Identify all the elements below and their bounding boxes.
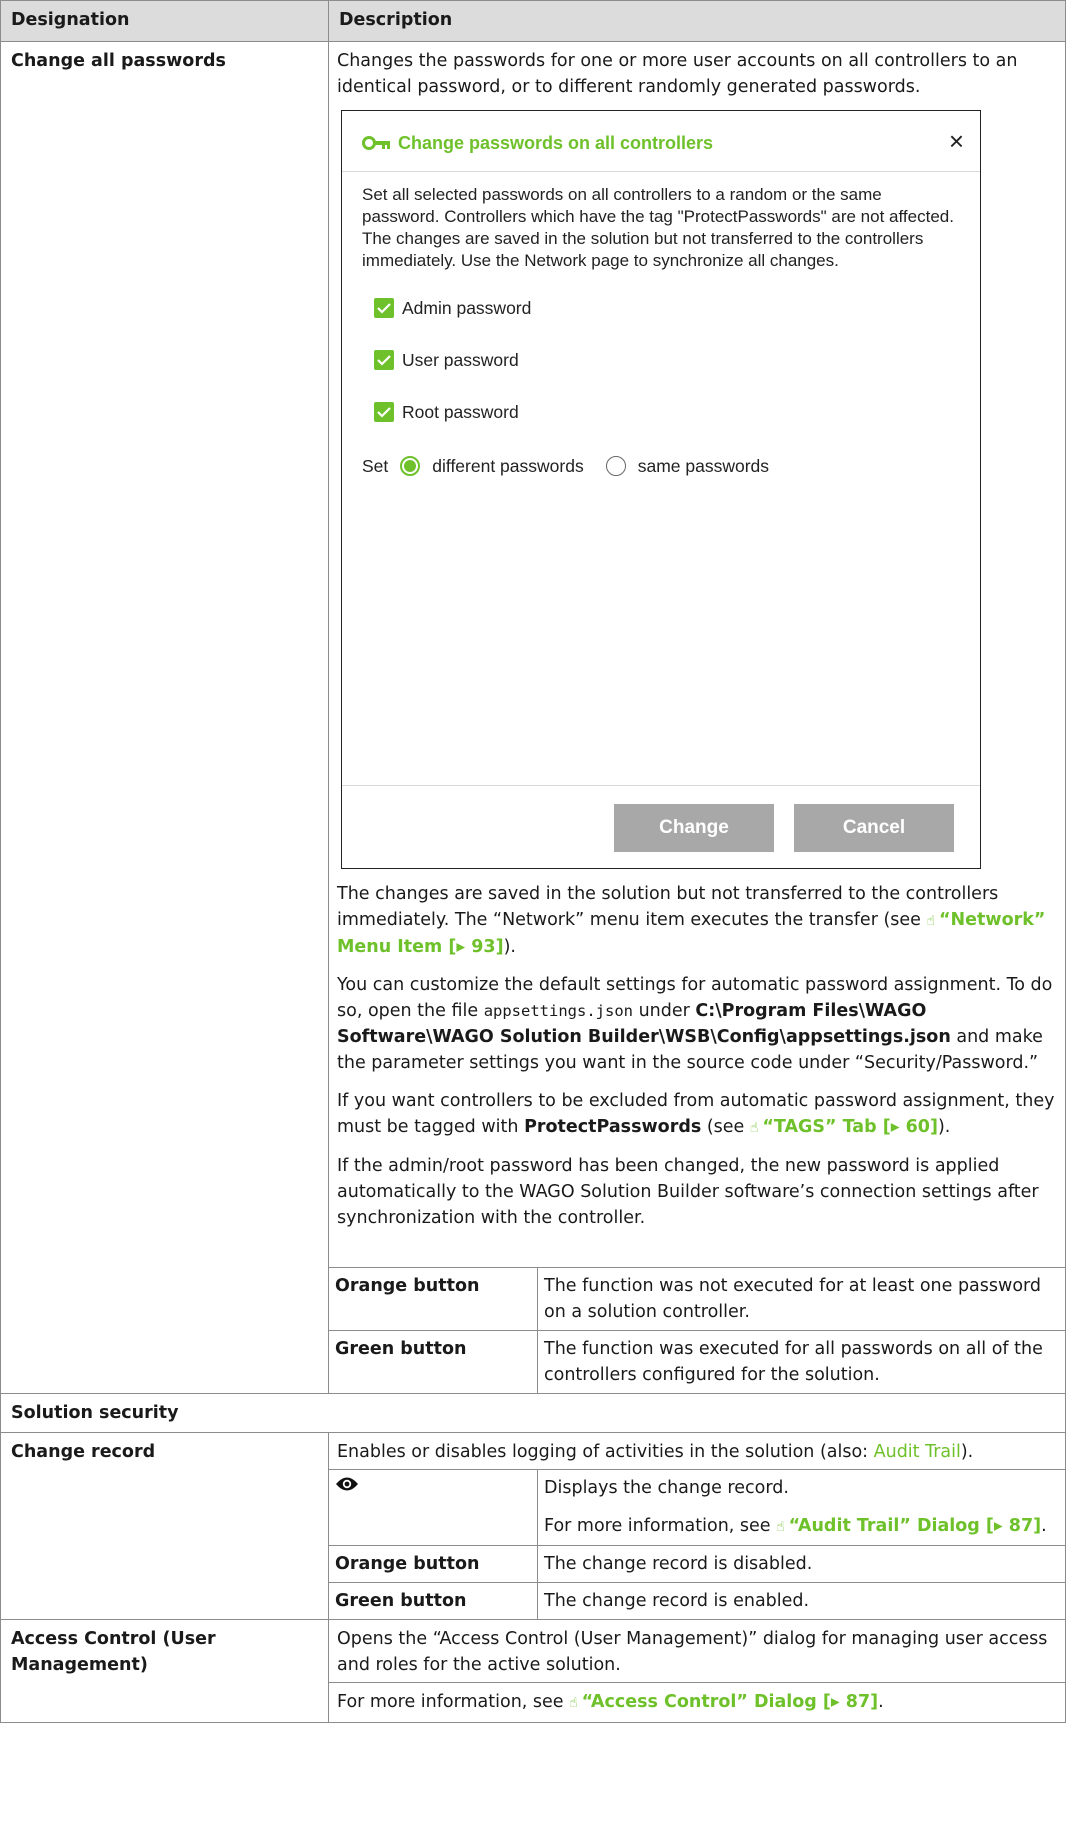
table-row: Green button The change record is enable… — [329, 1582, 1065, 1619]
paragraph-admin-root: If the admin/root password has been chan… — [337, 1156, 1039, 1228]
change-passwords-dialog: Change passwords on all controllers × Se… — [341, 110, 981, 869]
table-row: Change all passwords Changes the passwor… — [0, 41, 1066, 1394]
section-row: Solution security — [0, 1393, 1066, 1433]
user-password-label: User password — [402, 350, 519, 370]
table-row: Orange button The change record is disab… — [329, 1545, 1065, 1583]
section-solution-security: Solution security — [0, 1393, 1066, 1433]
paragraph-network-text: The changes are saved in the solution bu… — [337, 884, 999, 930]
key-icon — [362, 134, 392, 154]
cancel-button[interactable]: Cancel — [794, 804, 954, 852]
user-password-checkbox[interactable]: User password — [362, 334, 960, 386]
table-row: Displays the change record. For more inf… — [329, 1469, 1065, 1546]
tags-tab-link[interactable]: “TAGS” Tab [▸ 60] — [762, 1117, 938, 1137]
table-header-row: Designation Description — [0, 0, 1066, 42]
eye-description: Displays the change record. For more inf… — [537, 1469, 1065, 1546]
protect-text-b: (see — [701, 1117, 750, 1137]
change-button[interactable]: Change — [614, 804, 774, 852]
dialog-text-2: The changes are saved in the solution bu… — [362, 229, 924, 270]
dialog-footer: Change Cancel — [342, 785, 980, 868]
appsettings-filename: appsettings.json — [483, 1002, 633, 1020]
intro-text: Changes the passwords for one or more us… — [337, 51, 1018, 97]
dialog-text-1: Set all selected passwords on all contro… — [362, 185, 954, 226]
radio-different-label: different passwords — [432, 456, 584, 476]
change-record-intro: Enables or disables logging of activitie… — [337, 1442, 874, 1462]
eye-more-text: For more information, see — [544, 1516, 777, 1536]
close-icon[interactable]: × — [949, 127, 964, 155]
designation-change-all-passwords: Change all passwords — [0, 41, 329, 1394]
orange-button-text: The change record is disabled. — [537, 1545, 1065, 1583]
description-access-control: Opens the “Access Control (User Manageme… — [328, 1619, 1066, 1723]
appsettings-text-b: under — [633, 1001, 696, 1021]
green-button-text: The change record is enabled. — [537, 1582, 1065, 1619]
admin-password-checkbox[interactable]: Admin password — [362, 282, 960, 334]
designation-table: Designation Description Change all passw… — [0, 0, 1066, 1723]
change-record-intro-end: ). — [960, 1442, 974, 1462]
access-control-more-end: . — [878, 1692, 884, 1712]
document-page: Designation Description Change all passw… — [0, 0, 1069, 1839]
dialog-header: Change passwords on all controllers × — [342, 111, 980, 172]
link-hand-icon: ☝ — [749, 1120, 759, 1136]
table-row: Access Control (User Management) Opens t… — [0, 1619, 1066, 1723]
password-mode-radio-group: Set different passwords same passwords — [362, 446, 960, 486]
designation-change-record: Change record — [0, 1432, 329, 1620]
change-record-table: Displays the change record. For more inf… — [329, 1469, 1065, 1619]
access-control-more: For more information, see ☝ “Access Contr… — [329, 1682, 1065, 1722]
check-icon — [374, 298, 394, 318]
access-control-dialog-link[interactable]: “Access Control” Dialog [▸ 87] — [582, 1692, 878, 1712]
protect-tag: ProtectPasswords — [524, 1117, 702, 1137]
link-hand-icon: ☝ — [569, 1695, 578, 1711]
eye-text: Displays the change record. — [544, 1478, 789, 1498]
link-hand-icon: ☝ — [776, 1519, 785, 1535]
orange-button-label: Orange button — [329, 1545, 538, 1583]
orange-button-label: Orange button — [329, 1267, 538, 1331]
table-row: Change record Enables or disables loggin… — [0, 1432, 1066, 1620]
link-hand-icon: ☝ — [926, 913, 936, 929]
audit-trail-link[interactable]: Audit Trail — [874, 1442, 961, 1462]
paragraph-protect: If you want controllers to be excluded f… — [337, 1088, 1057, 1141]
header-designation: Designation — [0, 0, 329, 42]
table-row: Green button The function was executed f… — [329, 1330, 1065, 1393]
paragraph-network-end: ). — [503, 937, 516, 957]
eye-icon — [335, 1475, 359, 1501]
button-status-table: Orange button The function was not execu… — [329, 1267, 1065, 1393]
eye-more-end: . — [1041, 1516, 1047, 1536]
admin-password-label: Admin password — [402, 298, 532, 318]
root-password-label: Root password — [402, 402, 519, 422]
check-icon — [374, 350, 394, 370]
access-control-more-text: For more information, see — [337, 1692, 570, 1712]
eye-more: For more information, see ☝ “Audit Trail”… — [544, 1513, 1059, 1540]
protect-text-end: ). — [937, 1117, 951, 1137]
radio-same-label: same passwords — [637, 456, 770, 476]
access-control-intro: Opens the “Access Control (User Manageme… — [337, 1629, 1048, 1675]
orange-button-text: The function was not executed for at lea… — [537, 1267, 1065, 1331]
green-button-label: Green button — [329, 1330, 538, 1393]
green-button-label: Green button — [329, 1582, 538, 1619]
header-description: Description — [328, 0, 1066, 42]
dialog-title-bar: Change passwords on all controllers — [362, 133, 713, 154]
table-row: Orange button The function was not execu… — [329, 1267, 1065, 1331]
root-password-checkbox[interactable]: Root password — [362, 386, 960, 438]
paragraph-appsettings: You can customize the default settings f… — [337, 972, 1057, 1076]
paragraph-network: The changes are saved in the solution bu… — [337, 881, 1057, 960]
set-label: Set — [362, 456, 389, 476]
radio-different-passwords[interactable] — [400, 456, 421, 476]
dialog-title: Change passwords on all controllers — [398, 133, 714, 153]
radio-same-passwords[interactable] — [605, 456, 626, 476]
audit-trail-dialog-link[interactable]: “Audit Trail” Dialog [▸ 87] — [789, 1516, 1041, 1536]
description-change-record: Enables or disables logging of activitie… — [328, 1432, 1066, 1620]
designation-access-control: Access Control (User Management) — [0, 1619, 329, 1723]
dialog-body: Set all selected passwords on all contro… — [342, 172, 980, 486]
check-icon — [374, 402, 394, 422]
eye-cell — [329, 1469, 538, 1546]
description-change-all-passwords: Changes the passwords for one or more us… — [328, 41, 1066, 1394]
green-button-text: The function was executed for all passwo… — [537, 1330, 1065, 1393]
